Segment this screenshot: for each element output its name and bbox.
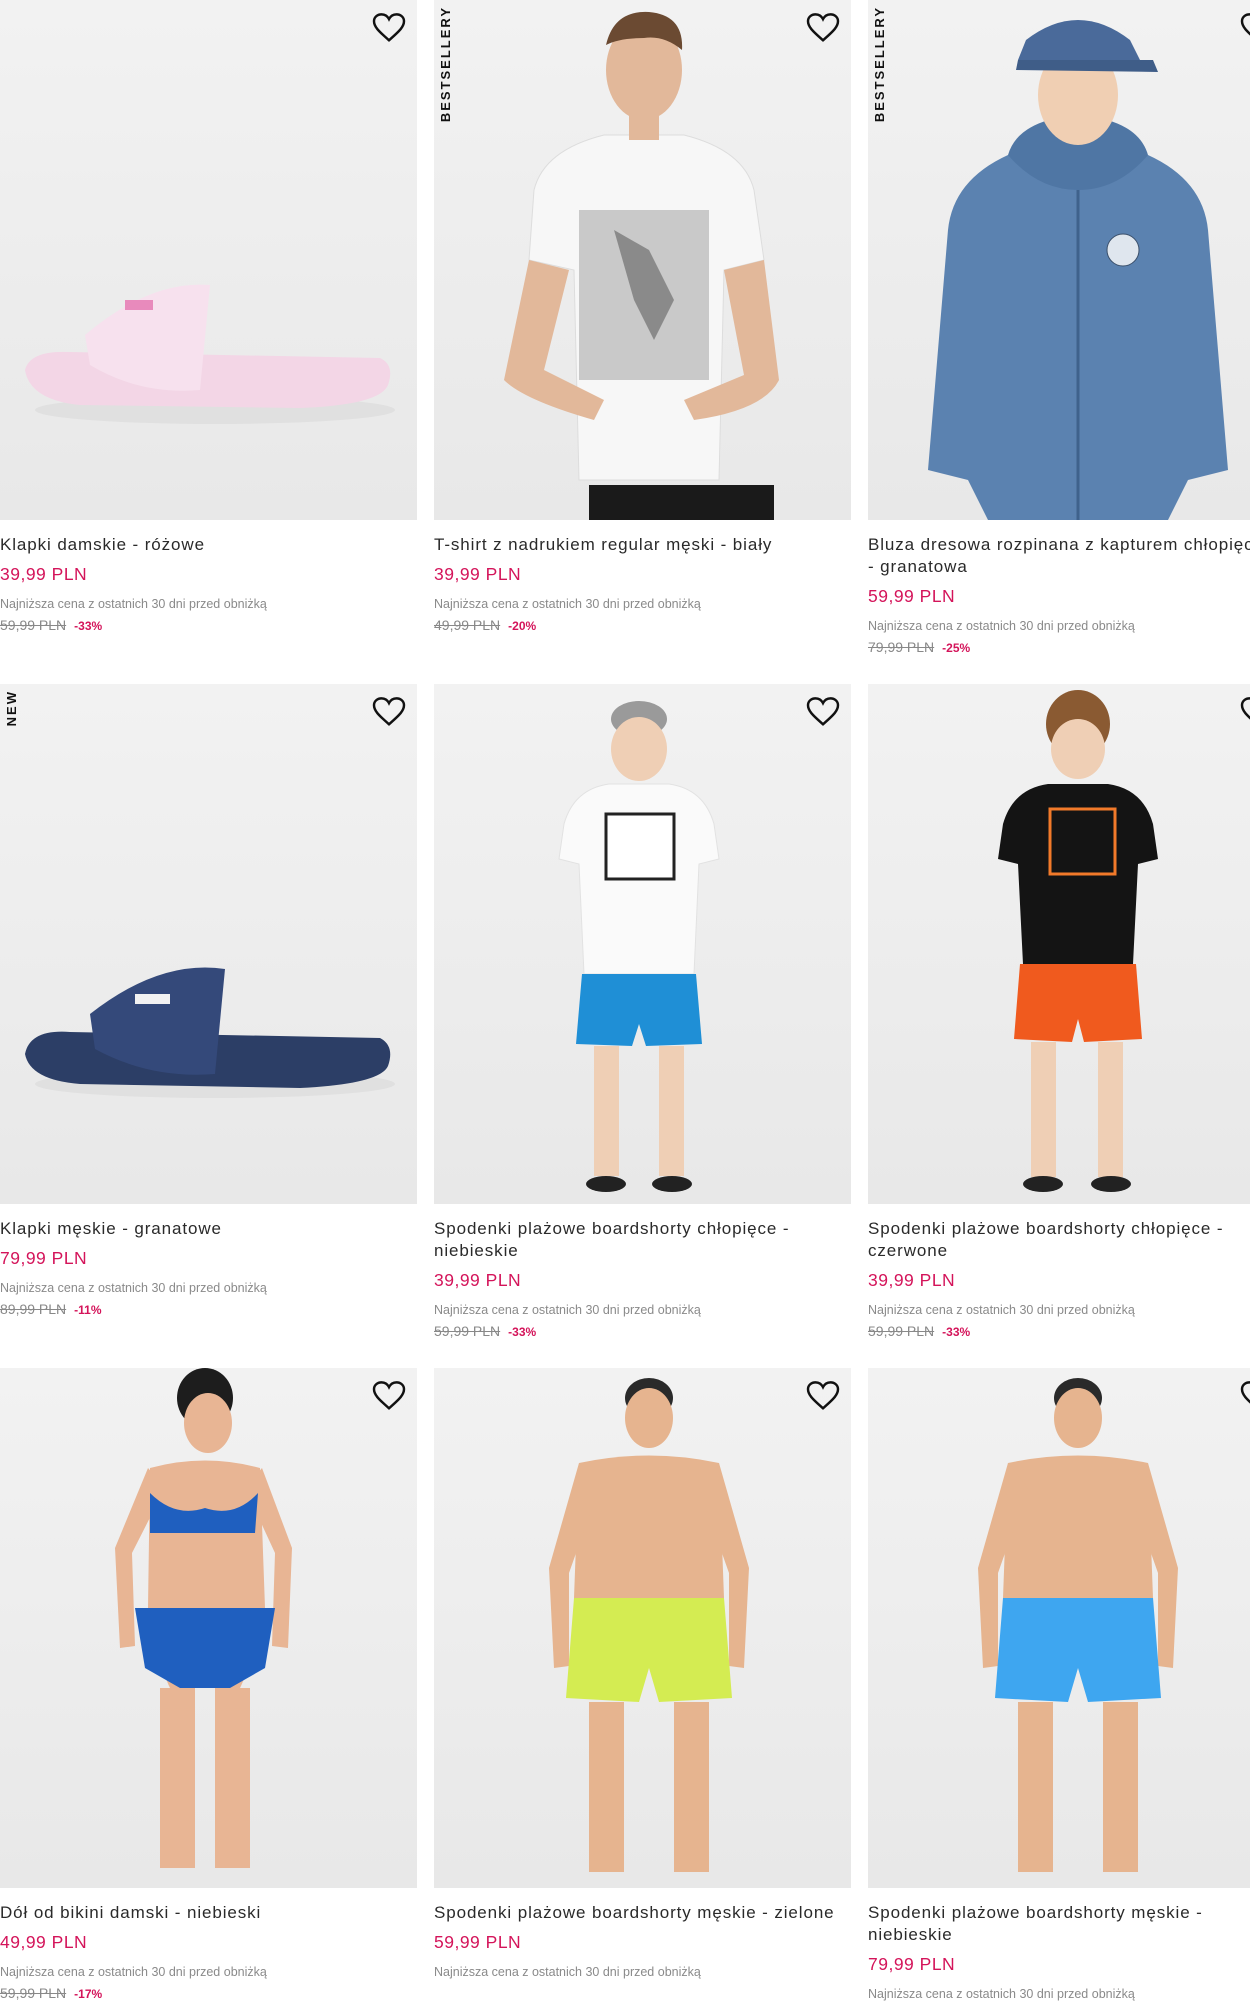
product-card[interactable]: Spodenki plażowe boardshorty męskie - zi… (434, 1368, 851, 1979)
old-price: 59,99 PLN (868, 1323, 935, 1339)
discount-badge: -17% (74, 1987, 103, 2001)
product-price: 79,99 PLN (868, 1954, 956, 1974)
discount-badge: -33% (74, 619, 103, 633)
product-price: 39,99 PLN (868, 1270, 956, 1290)
old-price-row: 79,99 PLN -25% (868, 639, 1250, 655)
old-price: 59,99 PLN (0, 617, 67, 633)
lowest-price-label: Najniższa cena z ostatnich 30 dni przed … (868, 1303, 1135, 1317)
product-title[interactable]: Bluza dresowa rozpinana z kapturem chłop… (868, 534, 1250, 578)
wishlist-heart-icon[interactable] (371, 12, 407, 44)
product-image[interactable] (0, 0, 417, 520)
product-image[interactable] (868, 684, 1250, 1204)
wishlist-heart-icon[interactable] (371, 1380, 407, 1412)
product-image[interactable] (0, 1368, 417, 1888)
product-info: Spodenki plażowe boardshorty męskie - ni… (868, 1888, 1250, 2001)
product-price: 39,99 PLN (434, 1270, 522, 1290)
product-title[interactable]: Spodenki plażowe boardshorty męskie - zi… (434, 1902, 839, 1924)
product-image[interactable]: NEW (0, 684, 417, 1204)
product-title[interactable]: Dół od bikini damski - niebieski (0, 1902, 405, 1924)
discount-badge: -25% (942, 641, 971, 655)
product-title[interactable]: Spodenki plażowe boardshorty chłopięce -… (868, 1218, 1250, 1262)
product-card[interactable]: Spodenki plażowe boardshorty chłopięce -… (434, 684, 851, 1339)
product-card[interactable]: Spodenki plażowe boardshorty męskie - ni… (868, 1368, 1250, 2001)
product-badge: NEW (4, 690, 19, 727)
lowest-price-label: Najniższa cena z ostatnich 30 dni przed … (434, 1303, 701, 1317)
old-price-row: 59,99 PLN -33% (434, 1323, 851, 1339)
wishlist-heart-icon[interactable] (1239, 696, 1250, 728)
product-card[interactable]: NEW Klapki męskie - granatowe 79,99 PLN … (0, 684, 417, 1317)
old-price: 59,99 PLN (434, 1323, 501, 1339)
wishlist-heart-icon[interactable] (1239, 12, 1250, 44)
product-title[interactable]: T-shirt z nadrukiem regular męski - biał… (434, 534, 839, 556)
product-card[interactable]: BESTSELLERY Bluza dresowa rozpinana z ka… (868, 0, 1250, 655)
old-price-row: 89,99 PLN -11% (0, 1301, 417, 1317)
old-price-row: 59,99 PLN -17% (0, 1985, 417, 2001)
lowest-price-label: Najniższa cena z ostatnich 30 dni przed … (0, 1965, 267, 1979)
product-info: Spodenki plażowe boardshorty męskie - zi… (434, 1888, 851, 1979)
old-price: 59,99 PLN (0, 1985, 67, 2001)
product-badge: BESTSELLERY (872, 6, 887, 123)
product-image[interactable] (868, 1368, 1250, 1888)
old-price-row: 49,99 PLN -20% (434, 617, 851, 633)
lowest-price-label: Najniższa cena z ostatnich 30 dni przed … (0, 597, 267, 611)
wishlist-heart-icon[interactable] (371, 696, 407, 728)
wishlist-heart-icon[interactable] (1239, 1380, 1250, 1412)
product-card[interactable]: BESTSELLERY T-shirt z nadrukiem regular … (434, 0, 851, 633)
wishlist-heart-icon[interactable] (805, 12, 841, 44)
product-image[interactable] (434, 1368, 851, 1888)
product-card[interactable]: Dół od bikini damski - niebieski 49,99 P… (0, 1368, 417, 2001)
discount-badge: -33% (508, 1325, 537, 1339)
lowest-price-label: Najniższa cena z ostatnich 30 dni przed … (434, 1965, 701, 1979)
product-badge: BESTSELLERY (438, 6, 453, 123)
product-price: 59,99 PLN (434, 1932, 522, 1952)
product-price: 59,99 PLN (868, 586, 956, 606)
product-price: 79,99 PLN (0, 1248, 88, 1268)
product-title[interactable]: Klapki damskie - różowe (0, 534, 405, 556)
lowest-price-label: Najniższa cena z ostatnich 30 dni przed … (0, 1281, 267, 1295)
product-info: Klapki damskie - różowe 39,99 PLN Najniż… (0, 520, 417, 633)
old-price: 49,99 PLN (434, 617, 501, 633)
product-info: T-shirt z nadrukiem regular męski - biał… (434, 520, 851, 633)
product-card[interactable]: Klapki damskie - różowe 39,99 PLN Najniż… (0, 0, 417, 633)
discount-badge: -11% (74, 1303, 102, 1317)
wishlist-heart-icon[interactable] (805, 1380, 841, 1412)
lowest-price-label: Najniższa cena z ostatnich 30 dni przed … (434, 597, 701, 611)
wishlist-heart-icon[interactable] (805, 696, 841, 728)
product-grid: Klapki damskie - różowe 39,99 PLN Najniż… (0, 0, 1250, 2014)
discount-badge: -33% (942, 1325, 971, 1339)
lowest-price-label: Najniższa cena z ostatnich 30 dni przed … (868, 1987, 1135, 2001)
product-image[interactable] (434, 684, 851, 1204)
product-price: 39,99 PLN (0, 564, 88, 584)
discount-badge: -20% (508, 619, 537, 633)
product-image[interactable]: BESTSELLERY (434, 0, 851, 520)
product-info: Bluza dresowa rozpinana z kapturem chłop… (868, 520, 1250, 655)
product-title[interactable]: Spodenki plażowe boardshorty męskie - ni… (868, 1902, 1250, 1946)
old-price: 79,99 PLN (868, 639, 935, 655)
product-price: 39,99 PLN (434, 564, 522, 584)
product-price: 49,99 PLN (0, 1932, 88, 1952)
product-title[interactable]: Spodenki plażowe boardshorty chłopięce -… (434, 1218, 839, 1262)
product-info: Spodenki plażowe boardshorty chłopięce -… (434, 1204, 851, 1339)
product-card[interactable]: Spodenki plażowe boardshorty chłopięce -… (868, 684, 1250, 1339)
old-price-row: 59,99 PLN -33% (868, 1323, 1250, 1339)
product-info: Spodenki plażowe boardshorty chłopięce -… (868, 1204, 1250, 1339)
lowest-price-label: Najniższa cena z ostatnich 30 dni przed … (868, 619, 1135, 633)
old-price-row: 59,99 PLN -33% (0, 617, 417, 633)
old-price: 89,99 PLN (0, 1301, 67, 1317)
product-title[interactable]: Klapki męskie - granatowe (0, 1218, 405, 1240)
product-info: Dół od bikini damski - niebieski 49,99 P… (0, 1888, 417, 2001)
product-info: Klapki męskie - granatowe 79,99 PLN Najn… (0, 1204, 417, 1317)
product-image[interactable]: BESTSELLERY (868, 0, 1250, 520)
